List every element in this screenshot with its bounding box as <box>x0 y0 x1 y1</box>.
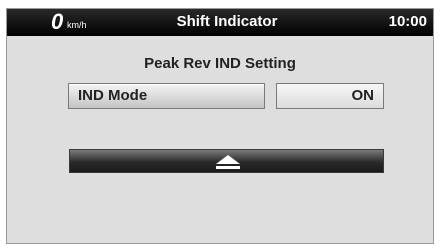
section-heading: Peak Rev IND Setting <box>144 55 296 72</box>
screen-title: Shift Indicator <box>176 13 278 30</box>
speed-readout: 0 <box>51 9 64 34</box>
status-bar: 0 km/h Shift Indicator 10:00 <box>7 9 433 36</box>
ind-mode-button[interactable]: IND Mode <box>68 83 265 109</box>
back-button[interactable] <box>69 149 384 173</box>
clock: 10:00 <box>388 13 427 30</box>
speed-unit: km/h <box>67 20 87 30</box>
display-screen: 0 km/h Shift Indicator 10:00 Peak Rev IN… <box>6 8 434 244</box>
ind-mode-value: ON <box>276 83 384 109</box>
eject-up-arrow-icon <box>216 155 240 169</box>
